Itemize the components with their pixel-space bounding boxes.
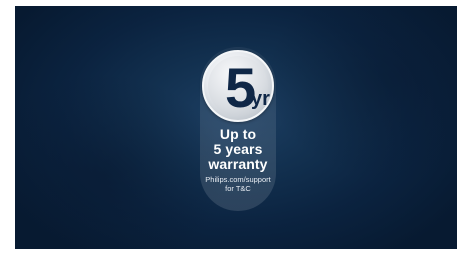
terms-footnote: Philips.com/support for T&C <box>175 175 301 193</box>
terms-link-text: Philips.com/support <box>205 175 271 184</box>
terms-note: for T&C <box>225 184 251 193</box>
headline-line-1: Up to <box>219 126 257 142</box>
headline-line-3: warranty <box>208 156 268 172</box>
headline-line-2: 5 years <box>213 141 263 157</box>
badge-unit: yr <box>251 88 270 110</box>
warranty-banner: 5 yr Up to 5 years warranty Philips.com/… <box>15 6 457 249</box>
warranty-badge-icon: 5 yr <box>202 50 274 122</box>
warranty-text: Up to 5 years warranty Philips.com/suppo… <box>175 126 301 194</box>
badge-face: 5 yr <box>208 56 270 118</box>
